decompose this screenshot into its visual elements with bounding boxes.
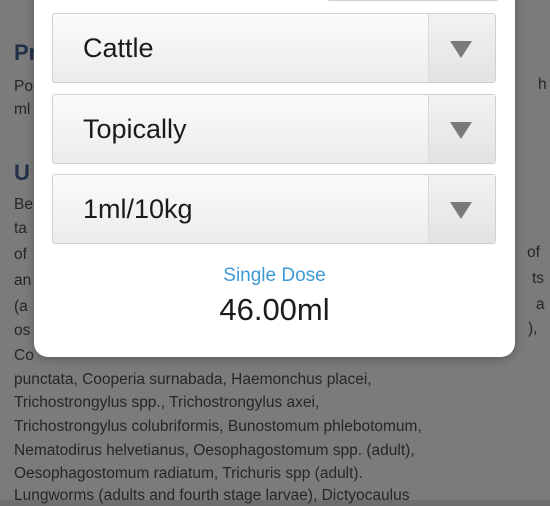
single-dose-label: Single Dose	[223, 265, 326, 286]
bg-text-line: Oesophagostomum radiatum, Trichuris spp …	[14, 465, 363, 482]
bg-text-line: os	[14, 322, 31, 339]
species-select[interactable]: Cattle	[52, 13, 496, 83]
species-select-arrow-button[interactable]	[428, 14, 495, 82]
dose-rate-select[interactable]: 1ml/10kg	[52, 174, 496, 244]
bg-text-line: Be	[14, 196, 33, 213]
section-heading-uses: U	[14, 160, 30, 185]
bg-text-line: Lungworms (adults and fourth stage larva…	[14, 487, 410, 504]
bg-text-fragment: h	[538, 76, 547, 93]
route-select[interactable]: Topically	[52, 94, 496, 164]
bg-text-fragment: a	[536, 296, 545, 313]
bg-text-fragment: ts	[532, 270, 545, 287]
route-select-value: Topically	[83, 114, 187, 144]
chevron-down-icon	[450, 202, 472, 219]
bg-text-line: Trichostrongylus colubriformis, Bunostom…	[14, 418, 422, 435]
bg-text-line: ta	[14, 220, 27, 237]
species-select-value: Cattle	[83, 33, 154, 63]
bg-text-line: (a	[14, 298, 28, 315]
bg-text-fragment: of	[527, 244, 540, 261]
bg-text-line: of	[14, 246, 27, 263]
chevron-down-icon	[450, 122, 472, 139]
dose-calculator-dialog: Cattle Topically 1ml/10kg Single Dose 46…	[34, 0, 515, 357]
bg-text-fragment: ),	[528, 320, 538, 337]
bg-text-line: ml	[14, 101, 31, 118]
bg-text-line: Co	[14, 347, 34, 364]
bg-text-line: punctata, Cooperia surnabada, Haemonchus…	[14, 371, 372, 388]
weight-input-field[interactable]	[326, 0, 500, 1]
dose-rate-select-value: 1ml/10kg	[83, 194, 193, 224]
bg-text-line: Nematodirus helvetianus, Oesophagostomum…	[14, 442, 415, 459]
chevron-down-icon	[450, 41, 472, 58]
bg-text-line: an	[14, 272, 32, 289]
bg-text-line: Po	[14, 78, 33, 95]
single-dose-value: 46.00ml	[219, 292, 330, 327]
route-select-arrow-button[interactable]	[428, 95, 495, 163]
dose-rate-select-arrow-button[interactable]	[428, 175, 495, 243]
bg-text-line: Trichostrongylus spp., Trichostrongylus …	[14, 394, 320, 411]
